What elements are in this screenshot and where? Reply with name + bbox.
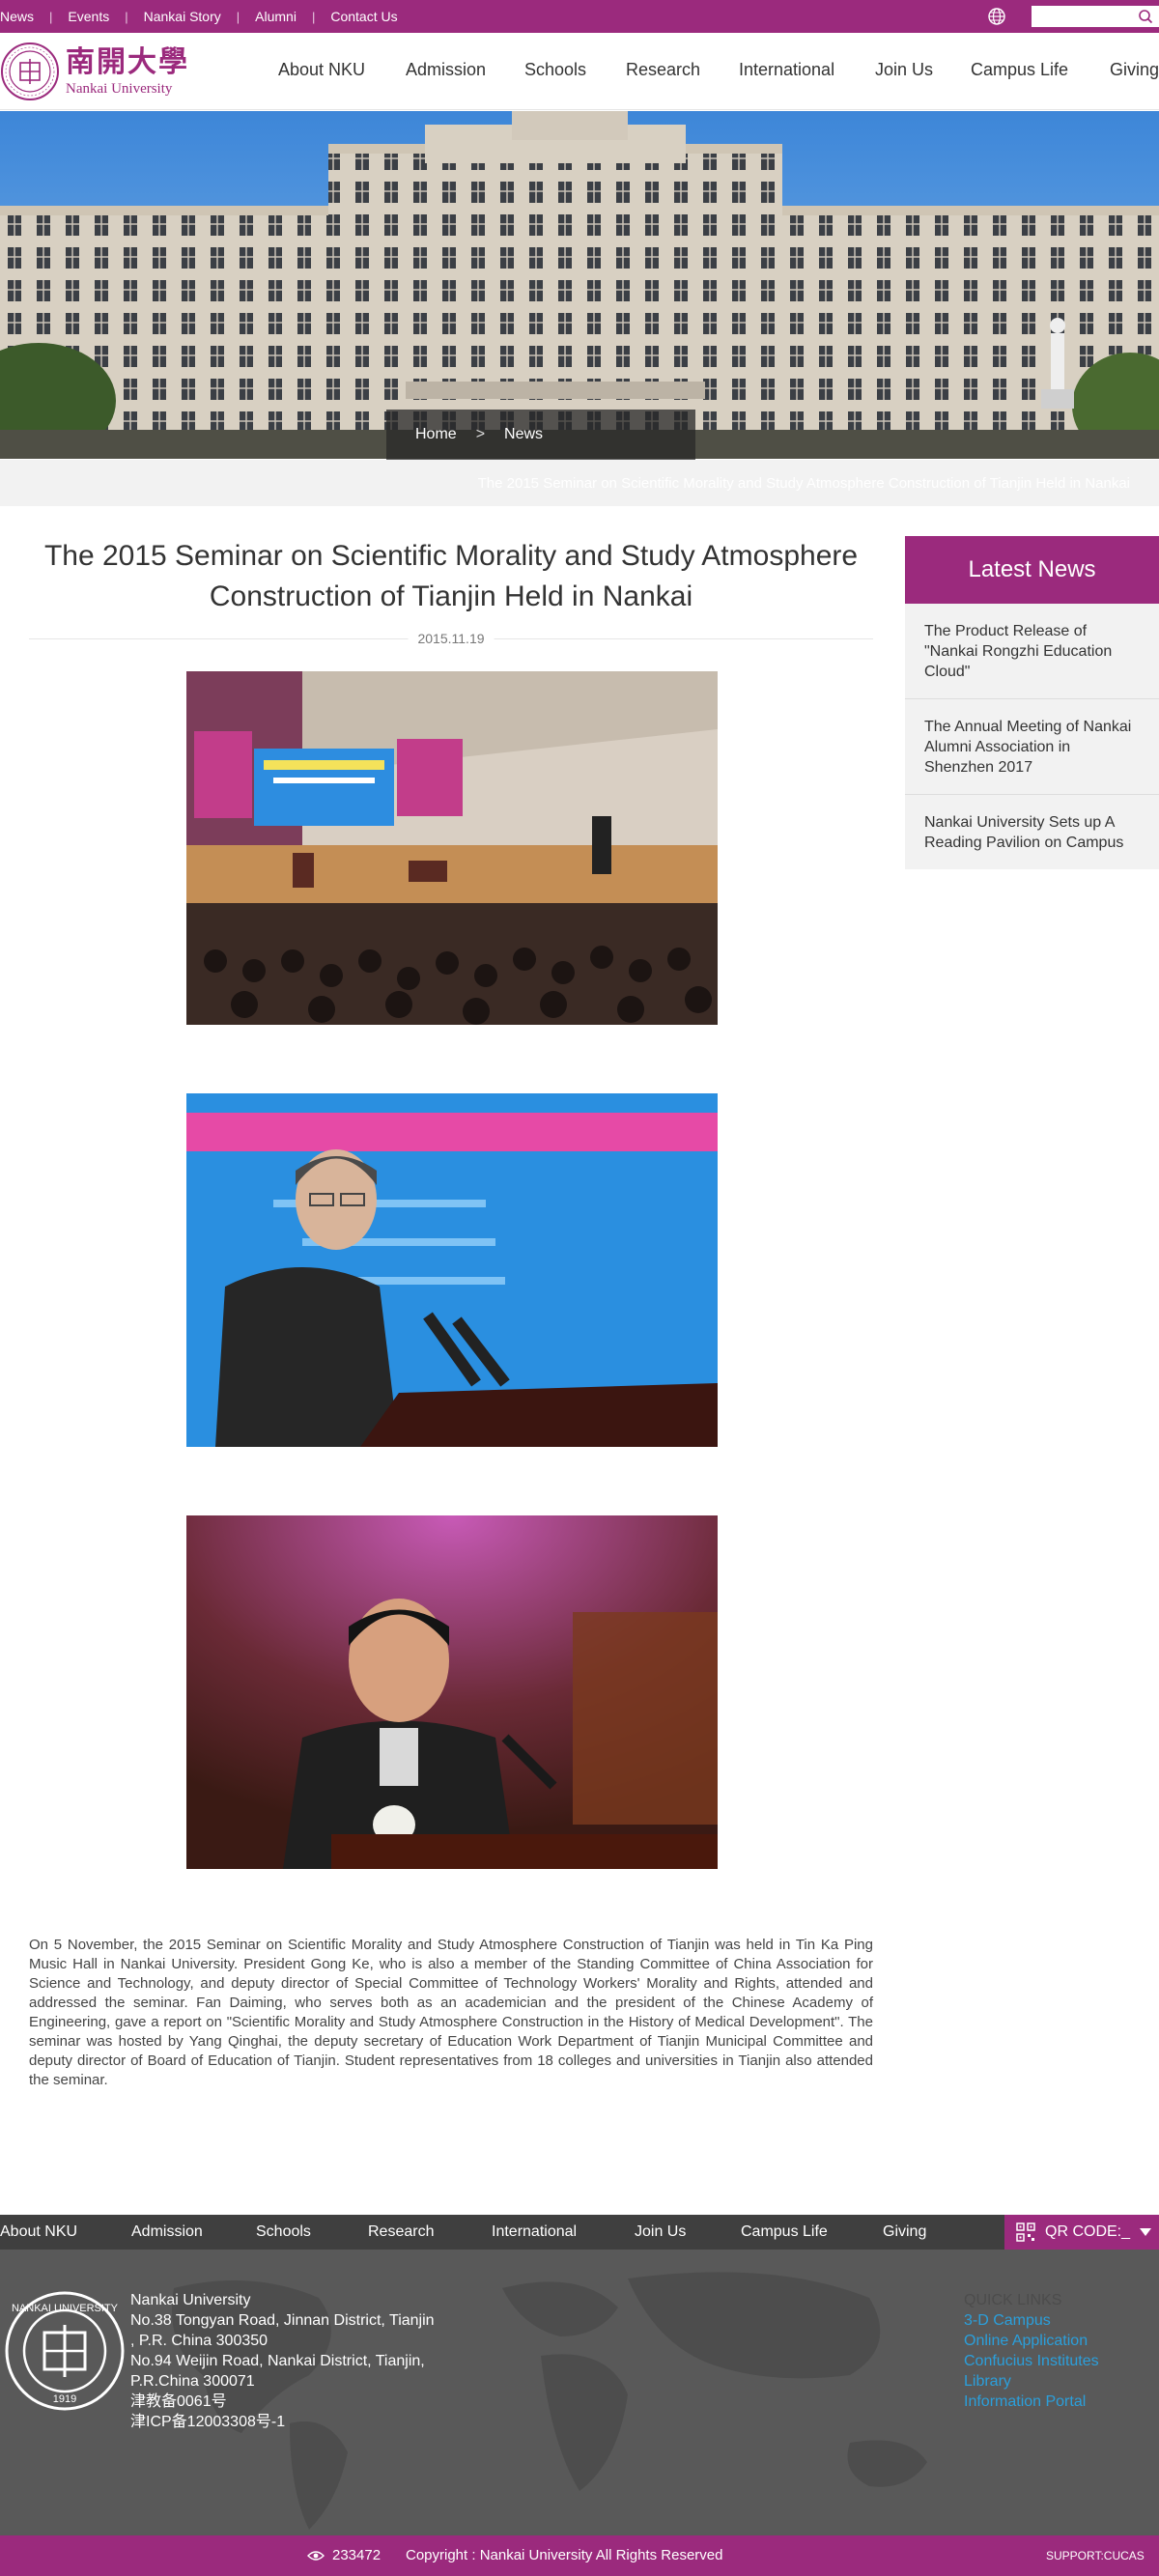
campus-banner-image [0,111,1159,459]
article-photo-auditorium [186,671,718,1025]
search-input[interactable] [1032,6,1128,27]
footer-nav: About NKU Admission Schools Research Int… [0,2215,1159,2250]
address-line: P.R.China 300071 [130,2373,255,2390]
quick-link-library[interactable]: Library [964,2371,1099,2392]
nav-campus-life[interactable]: Campus Life [971,60,1068,80]
svg-text:1919: 1919 [53,2393,76,2405]
quick-link-information-portal[interactable]: Information Portal [964,2392,1099,2412]
copyright-text: Copyright : Nankai University All Rights… [406,2547,723,2563]
latest-news-item[interactable]: Nankai University Sets up A Reading Pavi… [905,795,1159,869]
utility-link-events[interactable]: Events [68,9,109,24]
quick-link-3d-campus[interactable]: 3-D Campus [964,2310,1099,2331]
utility-link-contact-us[interactable]: Contact Us [330,9,397,24]
globe-icon[interactable] [987,7,1006,26]
quick-link-online-application[interactable]: Online Application [964,2331,1099,2351]
nav-research[interactable]: Research [626,60,700,80]
article-title-bar: The 2015 Seminar on Scientific Morality … [0,460,1159,506]
nav-giving[interactable]: Giving [1110,60,1159,80]
support-link[interactable]: SUPPORT:CUCAS [1046,2549,1145,2562]
nav-join-us[interactable]: Join Us [875,60,933,80]
nav-about-nku[interactable]: About NKU [278,60,365,80]
utility-link-news[interactable]: News [0,9,34,24]
address-line: , P.R. China 300350 [130,2333,269,2349]
utility-links: News | Events | Nankai Story | Alumni | … [0,0,398,33]
qr-code-dropdown[interactable]: QR CODE:_ [1004,2215,1159,2250]
utility-link-alumni[interactable]: Alumni [255,9,297,24]
svg-text:NANKAI UNIVERSITY: NANKAI UNIVERSITY [12,2303,119,2314]
footer-nav-schools[interactable]: Schools [256,2223,311,2241]
nav-admission[interactable]: Admission [406,60,486,80]
separator: | [125,9,128,24]
separator: | [311,9,316,24]
address-line: No.38 Tongyan Road, Jinnan District, Tia… [130,2312,435,2329]
footer-info: NANKAI UNIVERSITY 1919 Nankai University… [0,2250,1159,2535]
breadcrumb-separator: > [475,426,486,442]
copyright-bar: 233472 Copyright : Nankai University All… [0,2535,1159,2576]
footer-nav-research[interactable]: Research [368,2223,434,2241]
article-photo-presenter [186,1515,718,1869]
site-header: 南開大學 Nankai University About NKU Admissi… [0,33,1159,110]
separator: | [236,9,240,24]
latest-news-heading: Latest News [905,536,1159,604]
address-line: No.94 Weijin Road, Nankai District, Tian… [130,2353,425,2369]
footer-address: Nankai University No.38 Tongyan Road, Ji… [130,2290,435,2432]
visit-count: 233472 [332,2547,382,2563]
breadcrumb: Home > News [386,410,695,460]
address-line: Nankai University [130,2292,251,2308]
breadcrumb-current[interactable]: News [504,426,543,443]
article-photo-speaker [186,1093,718,1447]
utility-link-nankai-story[interactable]: Nankai Story [144,9,221,24]
chevron-down-icon [1140,2228,1152,2236]
latest-news-item[interactable]: The Product Release of "Nankai Rongzhi E… [905,604,1159,699]
address-line: 津ICP备12003308号-1 [130,2414,286,2430]
footer-nav-join-us[interactable]: Join Us [635,2223,686,2241]
search-icon[interactable] [1138,9,1153,24]
qr-code-label: QR CODE:_ [1045,2223,1131,2240]
article-date: 2015.11.19 [408,631,495,646]
qr-code-icon [1016,2222,1035,2242]
main-nav: About NKU Admission Schools Research Int… [0,33,1159,110]
top-utility-bar: News | Events | Nankai Story | Alumni | … [0,0,1159,33]
footer-nav-admission[interactable]: Admission [131,2223,203,2241]
quick-link-confucius-institutes[interactable]: Confucius Institutes [964,2351,1099,2371]
address-line: 津教备0061号 [130,2393,227,2410]
breadcrumb-home[interactable]: Home [415,426,457,443]
separator: | [49,9,53,24]
search-box [1032,6,1159,27]
latest-news-item[interactable]: The Annual Meeting of Nankai Alumni Asso… [905,699,1159,795]
article-date-row: 2015.11.19 [29,629,873,648]
footer-nav-international[interactable]: International [492,2223,577,2241]
article-title: The 2015 Seminar on Scientific Morality … [43,540,859,612]
nav-international[interactable]: International [739,60,834,80]
eye-icon [307,2550,325,2561]
article: The 2015 Seminar on Scientific Morality … [29,536,873,648]
footer-nav-about-nku[interactable]: About NKU [0,2223,77,2241]
subbar-title: The 2015 Seminar on Scientific Morality … [477,475,1130,492]
footer-nav-giving[interactable]: Giving [883,2223,926,2241]
nav-schools[interactable]: Schools [524,60,586,80]
quick-links: QUICK LINKS 3-D Campus Online Applicatio… [964,2290,1099,2412]
latest-news-sidebar: Latest News The Product Release of "Nank… [905,536,1159,869]
article-body: On 5 November, the 2015 Seminar on Scien… [29,1937,873,2088]
footer-nav-campus-life[interactable]: Campus Life [741,2223,828,2241]
university-seal-icon: NANKAI UNIVERSITY 1919 [5,2291,125,2411]
visit-counter: 233472 [307,2547,381,2563]
quick-links-heading: QUICK LINKS [964,2292,1062,2308]
